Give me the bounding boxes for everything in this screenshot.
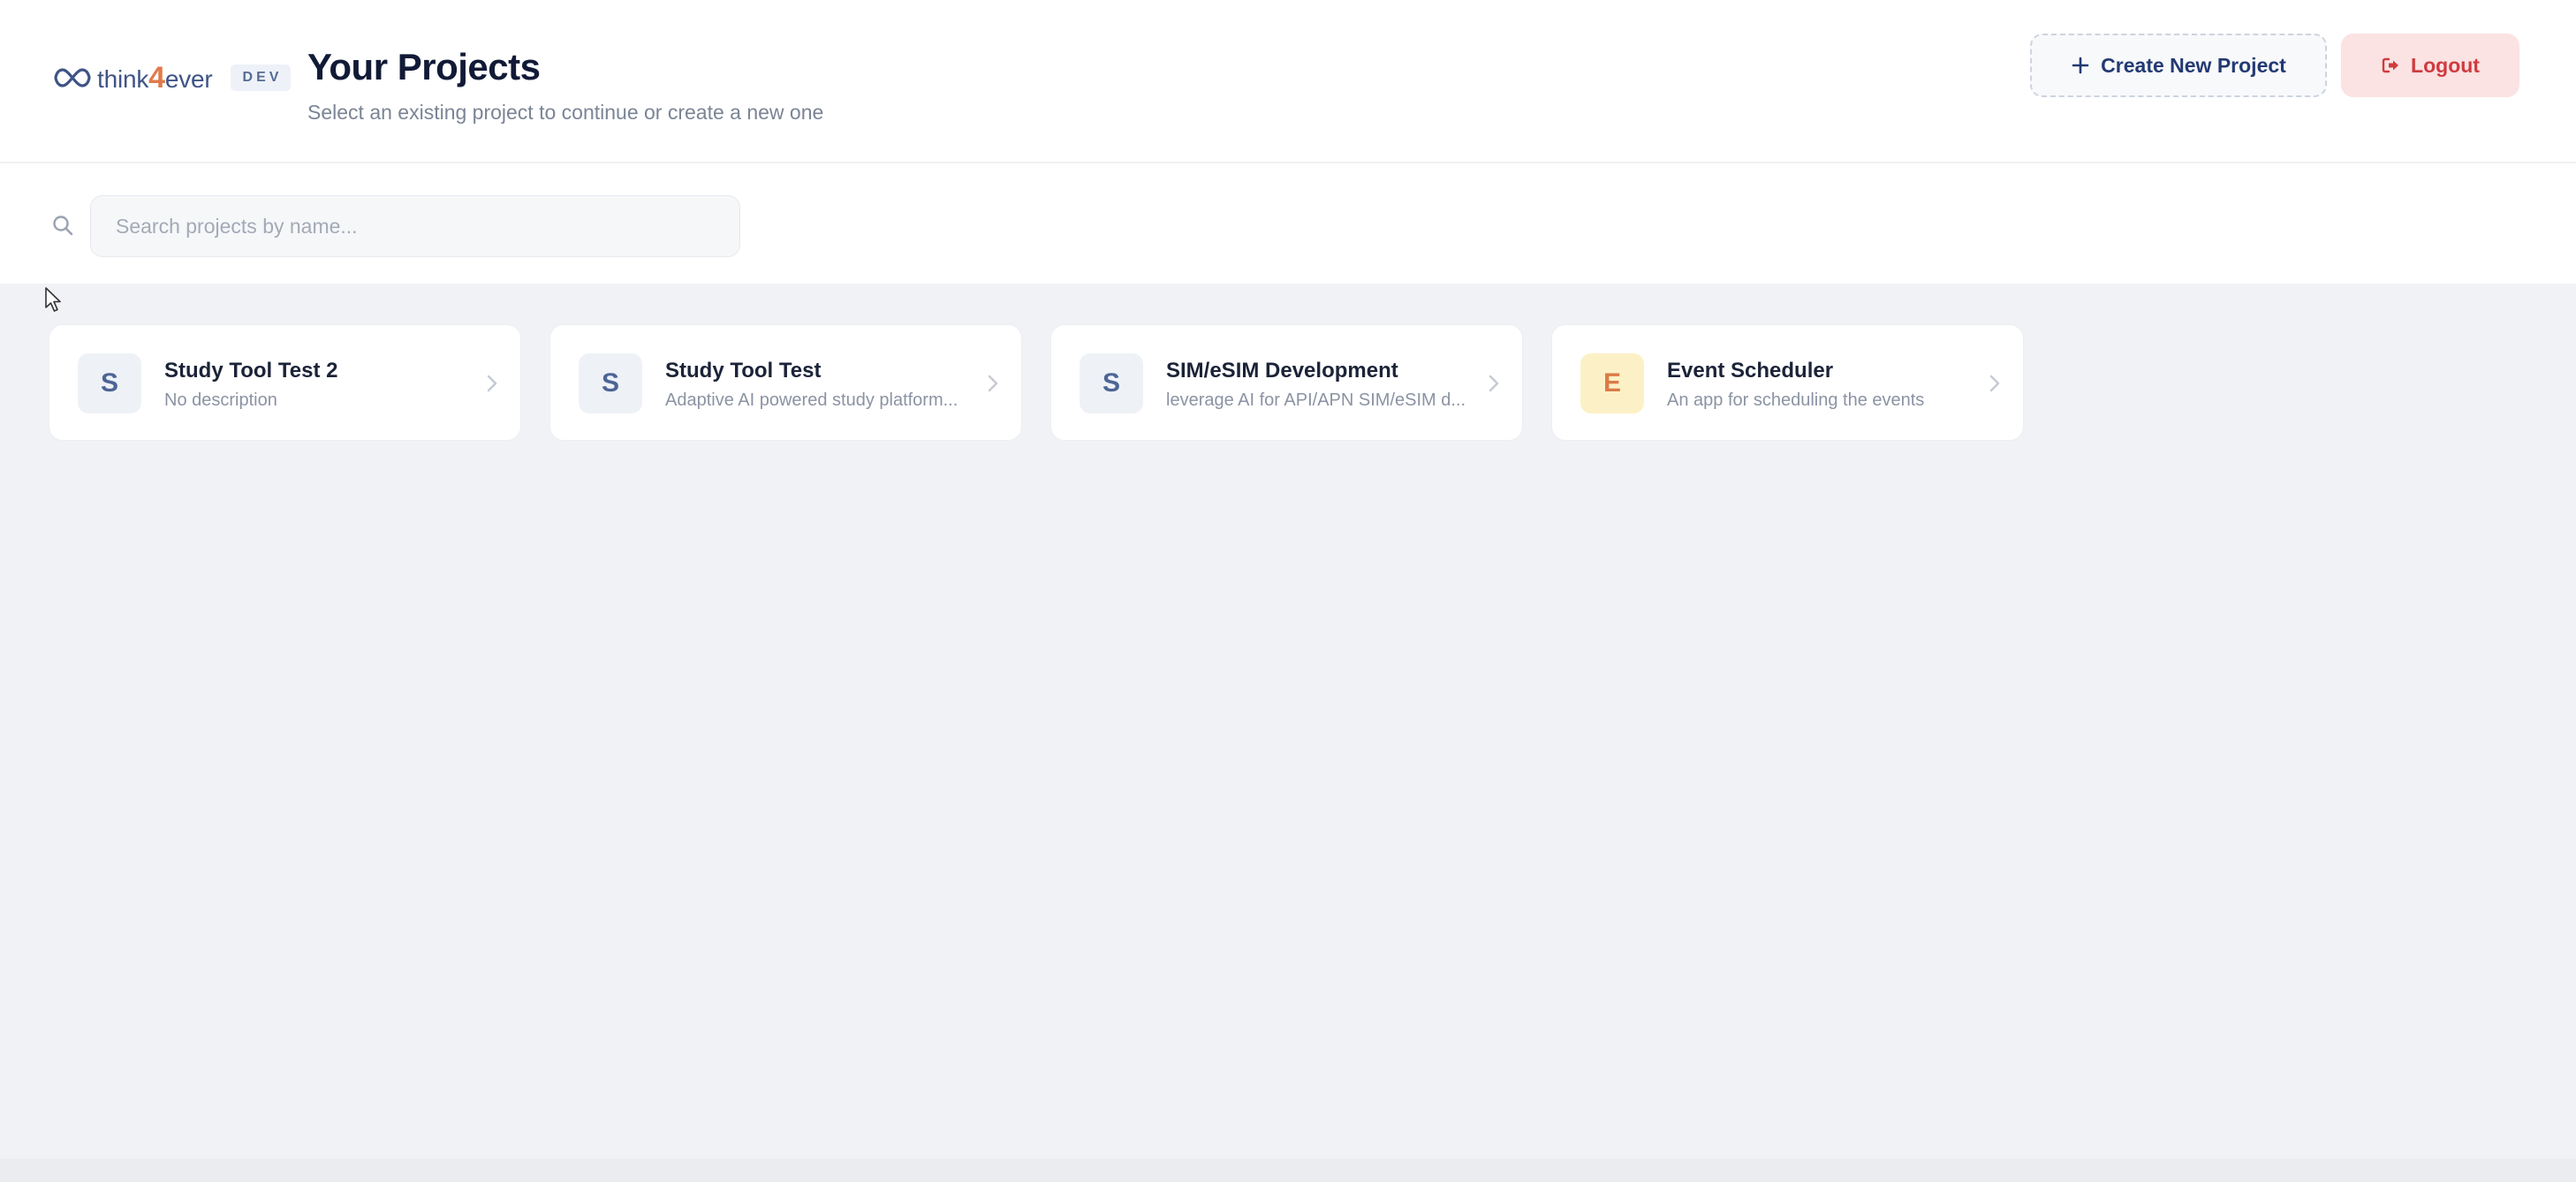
logout-label: Logout [2411, 53, 2480, 77]
page-title: Your Projects [307, 46, 541, 87]
logo-prefix: think [97, 64, 149, 93]
project-description: Adaptive AI powered study platform... [665, 390, 958, 410]
project-card[interactable]: S SIM/eSIM Development leverage AI for A… [1050, 324, 1523, 441]
search-bar [0, 163, 2576, 284]
page-header: think 4 ever DEV Your Projects Select an e… [0, 0, 2576, 163]
logo-wordmark: think 4 ever [97, 61, 213, 95]
app-logo[interactable]: think 4 ever DEV [53, 60, 292, 95]
environment-badge: DEV [230, 64, 292, 91]
project-card[interactable]: S Study Tool Test 2 No description [49, 324, 521, 441]
logo-suffix: ever [164, 64, 213, 93]
chevron-right-icon [988, 375, 998, 392]
search-input[interactable] [90, 195, 740, 257]
search-icon [53, 216, 73, 236]
project-description: No description [164, 390, 277, 410]
project-list: S Study Tool Test 2 No description S Stu… [49, 324, 2024, 441]
project-name: SIM/eSIM Development [1166, 359, 1398, 383]
project-description: An app for scheduling the events [1667, 390, 1925, 410]
chevron-right-icon [1489, 375, 1499, 392]
create-new-project-label: Create New Project [2101, 53, 2286, 77]
project-name: Event Scheduler [1667, 359, 1834, 383]
project-name: Study Tool Test 2 [164, 359, 338, 383]
logo-four: 4 [148, 60, 165, 95]
page-subtitle: Select an existing project to continue o… [307, 101, 824, 124]
logout-icon [2382, 57, 2399, 73]
project-avatar: S [1080, 353, 1143, 413]
project-card[interactable]: S Study Tool Test Adaptive AI powered st… [549, 324, 1022, 441]
logout-button[interactable]: Logout [2341, 34, 2519, 97]
chevron-right-icon [1989, 375, 2000, 392]
project-card[interactable]: E Event Scheduler An app for scheduling … [1551, 324, 2024, 441]
project-name: Study Tool Test [665, 359, 822, 383]
project-avatar: E [1580, 353, 1644, 413]
infinity-icon [54, 68, 91, 87]
project-avatar: S [579, 353, 642, 413]
create-new-project-button[interactable]: Create New Project [2030, 34, 2327, 97]
plus-icon [2072, 57, 2089, 74]
footer-strip [0, 1159, 2576, 1182]
project-avatar: S [78, 353, 141, 413]
project-description: leverage AI for API/APN SIM/eSIM d... [1166, 390, 1466, 410]
mouse-cursor-icon [45, 287, 61, 312]
chevron-right-icon [487, 375, 497, 392]
